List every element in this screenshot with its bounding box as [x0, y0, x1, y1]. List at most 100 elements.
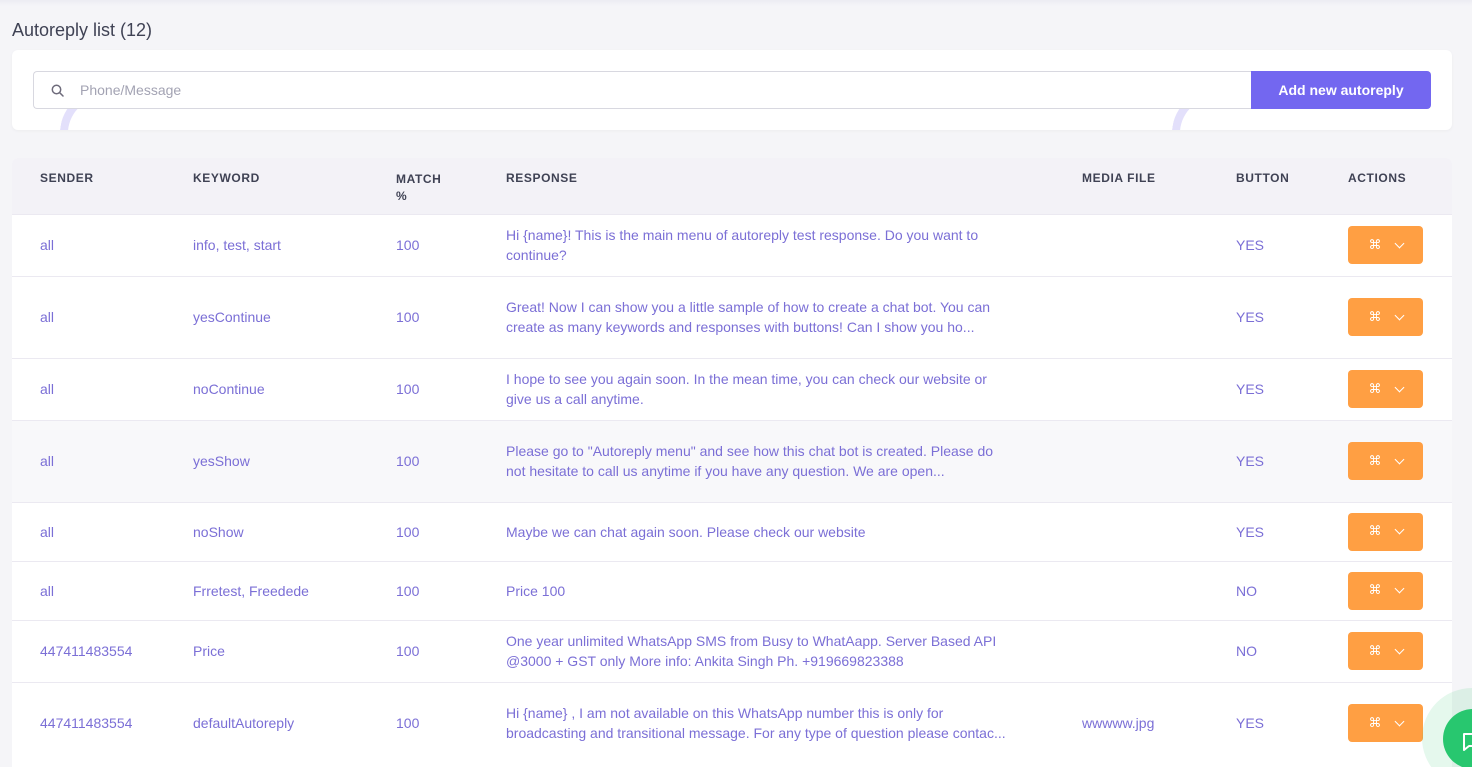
command-icon: ⌘	[1368, 237, 1382, 253]
table-row: 447411483554 defaultAutoreply 100 Hi {na…	[12, 681, 1452, 764]
autoreply-table: SENDER KEYWORD MATCH % RESPONSE MEDIA FI…	[12, 158, 1452, 764]
cell-media-file	[1054, 213, 1208, 276]
table-row: 447411483554 Price 100 One year unlimite…	[12, 619, 1452, 682]
table-row: all Frretest, Freedede 100 Price 100 NO …	[12, 560, 1452, 620]
cell-button: YES	[1208, 681, 1320, 764]
cell-actions: ⌘	[1320, 213, 1452, 276]
header-response[interactable]: RESPONSE	[478, 158, 1054, 214]
header-button[interactable]: BUTTON	[1208, 158, 1320, 214]
command-icon: ⌘	[1368, 381, 1382, 397]
chevron-down-icon	[1394, 583, 1404, 594]
cell-button: NO	[1208, 619, 1320, 682]
cell-response: Hi {name} , I am not available on this W…	[478, 681, 1054, 764]
command-icon: ⌘	[1368, 524, 1382, 539]
table-row: all yesContinue 100 Great! Now I can sho…	[12, 275, 1452, 358]
cell-response: Great! Now I can show you a little sampl…	[478, 275, 1054, 358]
cell-response: One year unlimited WhatsApp SMS from Bus…	[478, 619, 1054, 682]
cell-sender: all	[12, 213, 165, 276]
chevron-down-icon	[1394, 238, 1404, 248]
chevron-down-icon	[1394, 310, 1404, 320]
table-row: all noShow 100 Maybe we can chat again s…	[12, 501, 1452, 561]
cell-match: 100	[368, 560, 478, 620]
cell-actions: ⌘	[1320, 275, 1452, 358]
cell-match: 100	[368, 357, 478, 420]
cell-actions: ⌘	[1320, 501, 1452, 561]
cell-media-file	[1054, 619, 1208, 682]
table-row: all yesShow 100 Please go to "Autoreply …	[12, 419, 1452, 502]
cell-match: 100	[368, 213, 478, 276]
cell-button: YES	[1208, 419, 1320, 502]
cell-sender: 447411483554	[12, 681, 165, 764]
header-media-file[interactable]: MEDIA FILE	[1054, 158, 1208, 214]
cell-keyword: defaultAutoreply	[165, 681, 368, 764]
cell-sender: all	[12, 560, 165, 620]
cell-media-file	[1054, 560, 1208, 620]
row-actions-button[interactable]: ⌘	[1348, 370, 1423, 408]
header-actions: ACTIONS	[1348, 171, 1407, 185]
page: Autoreply list (12) Add new autoreply	[0, 0, 1472, 767]
table-row: all noContinue 100 I hope to see you aga…	[12, 357, 1452, 420]
row-actions-button[interactable]: ⌘	[1348, 442, 1423, 480]
search-input[interactable]	[78, 74, 1251, 106]
cell-match: 100	[368, 619, 478, 682]
cell-button: YES	[1208, 275, 1320, 358]
cell-keyword: Price	[165, 619, 368, 682]
cell-button: YES	[1208, 357, 1320, 420]
command-icon: ⌘	[1368, 309, 1382, 325]
command-icon: ⌘	[1368, 643, 1382, 659]
chevron-down-icon	[1394, 382, 1404, 392]
page-title: Autoreply list (12)	[12, 20, 153, 40]
cell-media-file	[1054, 419, 1208, 502]
cell-button: NO	[1208, 560, 1320, 620]
cell-keyword: yesShow	[165, 419, 368, 502]
cell-sender: all	[12, 357, 165, 420]
search-box[interactable]	[33, 71, 1251, 109]
topbar-shadow	[0, 0, 1472, 6]
cell-response: I hope to see you again soon. In the mea…	[478, 357, 1054, 420]
cell-keyword: Frretest, Freedede	[165, 560, 368, 620]
chevron-down-icon	[1394, 716, 1404, 727]
header-sender[interactable]: SENDER	[12, 158, 165, 214]
header-match[interactable]: MATCH %	[368, 158, 478, 214]
cell-media-file	[1054, 357, 1208, 420]
row-actions-button[interactable]: ⌘	[1348, 298, 1423, 336]
cell-response: Maybe we can chat again soon. Please che…	[478, 501, 1054, 561]
row-actions-button[interactable]: ⌘	[1348, 632, 1423, 670]
cell-button: YES	[1208, 501, 1320, 561]
chevron-down-icon	[1394, 524, 1404, 535]
row-actions-button[interactable]: ⌘	[1348, 512, 1423, 551]
row-actions-button[interactable]: ⌘	[1348, 226, 1423, 264]
cell-sender: all	[12, 275, 165, 358]
cell-actions: ⌘	[1320, 560, 1452, 620]
cell-sender: all	[12, 501, 165, 561]
cell-keyword: noContinue	[165, 357, 368, 420]
header-keyword[interactable]: KEYWORD	[165, 158, 368, 214]
cell-response: Please go to "Autoreply menu" and see ho…	[478, 419, 1054, 502]
row-actions-button[interactable]: ⌘	[1348, 704, 1423, 743]
cell-actions: ⌘	[1320, 357, 1452, 420]
cell-media-file	[1054, 501, 1208, 561]
add-autoreply-button[interactable]: Add new autoreply	[1251, 71, 1431, 109]
cell-response: Price 100	[478, 560, 1054, 620]
cell-keyword: yesContinue	[165, 275, 368, 358]
cell-media-file: wwwww.jpg	[1054, 681, 1208, 764]
cell-sender: 447411483554	[12, 619, 165, 682]
cell-actions: ⌘	[1320, 419, 1452, 502]
cell-match: 100	[368, 275, 478, 358]
command-icon: ⌘	[1368, 453, 1382, 469]
row-actions-button[interactable]: ⌘	[1348, 571, 1423, 610]
command-icon: ⌘	[1368, 583, 1382, 598]
autoreply-table-card: SENDER KEYWORD MATCH % RESPONSE MEDIA FI…	[12, 158, 1452, 767]
cell-sender: all	[12, 419, 165, 502]
cell-match: 100	[368, 681, 478, 764]
cell-button: YES	[1208, 213, 1320, 276]
cell-actions: ⌘	[1320, 619, 1452, 682]
table-header-row: SENDER KEYWORD MATCH % RESPONSE MEDIA FI…	[12, 158, 1452, 214]
cell-match: 100	[368, 419, 478, 502]
command-icon: ⌘	[1368, 715, 1382, 731]
search-icon	[50, 83, 64, 97]
cell-response: Hi {name}! This is the main menu of auto…	[478, 213, 1054, 276]
header-match-label: MATCH %	[396, 172, 442, 203]
chevron-down-icon	[1394, 454, 1404, 464]
cell-keyword: info, test, start	[165, 213, 368, 276]
